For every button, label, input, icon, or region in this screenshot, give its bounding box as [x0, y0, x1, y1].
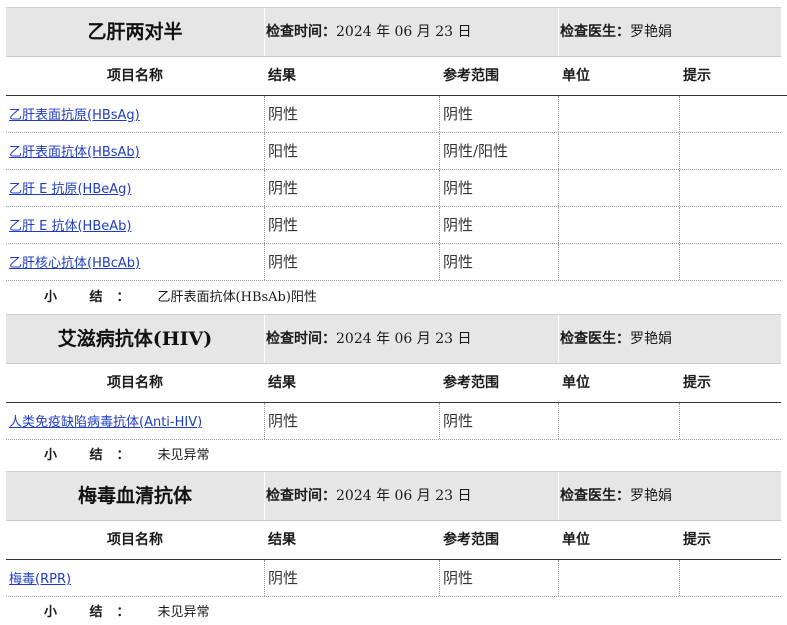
- column-header-reference: 参考范围: [443, 375, 499, 391]
- table-row: 乙肝 E 抗体(HBeAb) 阴性 阴性: [6, 207, 781, 244]
- summary-text: 未见异常: [157, 605, 210, 620]
- result-value: 阴性: [268, 569, 299, 587]
- doctor-label: 检查医生：: [560, 488, 630, 504]
- test-name-link[interactable]: 人类免疫缺陷病毒抗体(Anti-HIV): [9, 415, 202, 430]
- section-title: 乙肝两对半: [87, 21, 183, 43]
- check-time-value: 2024 年 06 月 23 日: [336, 24, 472, 40]
- summary-label: 小 结：: [44, 448, 144, 463]
- section-header: 梅毒血清抗体 检查时间：2024 年 06 月 23 日 检查医生：罗艳娟: [6, 471, 781, 521]
- reference-value: 阴性: [443, 412, 474, 430]
- column-header-result: 结果: [268, 532, 296, 548]
- check-time-value: 2024 年 06 月 23 日: [336, 488, 472, 504]
- check-time-label: 检查时间：: [266, 24, 336, 40]
- column-header-row: 项目名称 结果 参考范围 单位 提示: [6, 521, 781, 560]
- table-row: 乙肝 E 抗原(HBeAg) 阴性 阴性: [6, 170, 781, 207]
- column-header-hint: 提示: [683, 375, 711, 391]
- column-header-hint: 提示: [683, 68, 711, 84]
- result-value: 阴性: [268, 179, 299, 197]
- doctor-name: 罗艳娟: [630, 488, 672, 504]
- column-header-unit: 单位: [562, 532, 590, 548]
- test-name-link[interactable]: 梅毒(RPR): [9, 572, 71, 587]
- doctor: 检查医生：罗艳娟: [560, 315, 672, 363]
- column-header-name: 项目名称: [107, 68, 163, 84]
- doctor-name: 罗艳娟: [630, 331, 672, 347]
- column-header-result: 结果: [268, 375, 296, 391]
- summary-label: 小 结：: [44, 605, 144, 620]
- table-row: 乙肝表面抗体(HBsAb) 阳性 阴性/阳性: [6, 133, 781, 170]
- doctor-name: 罗艳娟: [630, 24, 672, 40]
- summary-text: 未见异常: [157, 448, 210, 463]
- check-time: 检查时间：2024 年 06 月 23 日: [266, 8, 472, 56]
- check-time-label: 检查时间：: [266, 331, 336, 347]
- section-summary: 小 结： 乙肝表面抗体(HBsAb)阳性: [44, 286, 317, 305]
- column-header-row: 项目名称 结果 参考范围 单位 提示: [6, 364, 781, 403]
- result-value: 阴性: [268, 253, 299, 271]
- test-name-link[interactable]: 乙肝表面抗体(HBsAb): [9, 145, 140, 160]
- reference-value: 阴性: [443, 253, 474, 271]
- doctor-label: 检查医生：: [560, 24, 630, 40]
- check-time: 检查时间：2024 年 06 月 23 日: [266, 472, 472, 520]
- section-title: 艾滋病抗体(HIV): [57, 328, 213, 350]
- reference-value: 阴性/阳性: [443, 142, 509, 160]
- column-header-reference: 参考范围: [443, 68, 499, 84]
- check-time: 检查时间：2024 年 06 月 23 日: [266, 315, 472, 363]
- test-name-link[interactable]: 乙肝 E 抗体(HBeAb): [9, 219, 131, 234]
- column-header-result: 结果: [268, 68, 296, 84]
- test-name-link[interactable]: 乙肝表面抗原(HBsAg): [9, 108, 140, 123]
- table-row: 乙肝核心抗体(HBcAb) 阴性 阴性: [6, 244, 781, 281]
- result-value: 阴性: [268, 105, 299, 123]
- section-header: 乙肝两对半 检查时间：2024 年 06 月 23 日 检查医生：罗艳娟: [6, 7, 781, 57]
- summary-label: 小 结：: [44, 290, 144, 305]
- column-header-unit: 单位: [562, 68, 590, 84]
- result-value: 阳性: [268, 142, 299, 160]
- reference-value: 阴性: [443, 569, 474, 587]
- column-header-unit: 单位: [562, 375, 590, 391]
- test-name-link[interactable]: 乙肝核心抗体(HBcAb): [9, 256, 140, 271]
- doctor: 检查医生：罗艳娟: [560, 472, 672, 520]
- column-header-reference: 参考范围: [443, 532, 499, 548]
- test-name-link[interactable]: 乙肝 E 抗原(HBeAg): [9, 182, 131, 197]
- check-time-label: 检查时间：: [266, 488, 336, 504]
- column-header-row: 项目名称 结果 参考范围 单位 提示: [6, 57, 787, 96]
- reference-value: 阴性: [443, 105, 474, 123]
- table-row: 乙肝表面抗原(HBsAg) 阴性 阴性: [6, 96, 781, 133]
- summary-text: 乙肝表面抗体(HBsAb)阳性: [157, 290, 317, 305]
- table-row: 梅毒(RPR) 阴性 阴性: [6, 560, 781, 597]
- section-summary: 小 结： 未见异常: [44, 444, 210, 463]
- section-summary: 小 结： 未见异常: [44, 601, 210, 620]
- section-syphilis: 梅毒血清抗体 检查时间：2024 年 06 月 23 日 检查医生：罗艳娟 项目…: [6, 471, 781, 597]
- column-header-name: 项目名称: [107, 375, 163, 391]
- result-value: 阴性: [268, 216, 299, 234]
- table-row: 人类免疫缺陷病毒抗体(Anti-HIV) 阴性 阴性: [6, 403, 781, 440]
- check-time-value: 2024 年 06 月 23 日: [336, 331, 472, 347]
- result-value: 阴性: [268, 412, 299, 430]
- section-title: 梅毒血清抗体: [77, 485, 192, 507]
- reference-value: 阴性: [443, 216, 474, 234]
- section-hepatitis-b: 乙肝两对半 检查时间：2024 年 06 月 23 日 检查医生：罗艳娟 项目名…: [6, 7, 787, 281]
- section-header: 艾滋病抗体(HIV) 检查时间：2024 年 06 月 23 日 检查医生：罗艳…: [6, 314, 781, 364]
- section-hiv: 艾滋病抗体(HIV) 检查时间：2024 年 06 月 23 日 检查医生：罗艳…: [6, 314, 781, 440]
- column-header-name: 项目名称: [107, 532, 163, 548]
- doctor-label: 检查医生：: [560, 331, 630, 347]
- column-header-hint: 提示: [683, 532, 711, 548]
- reference-value: 阴性: [443, 179, 474, 197]
- doctor: 检查医生：罗艳娟: [560, 8, 672, 56]
